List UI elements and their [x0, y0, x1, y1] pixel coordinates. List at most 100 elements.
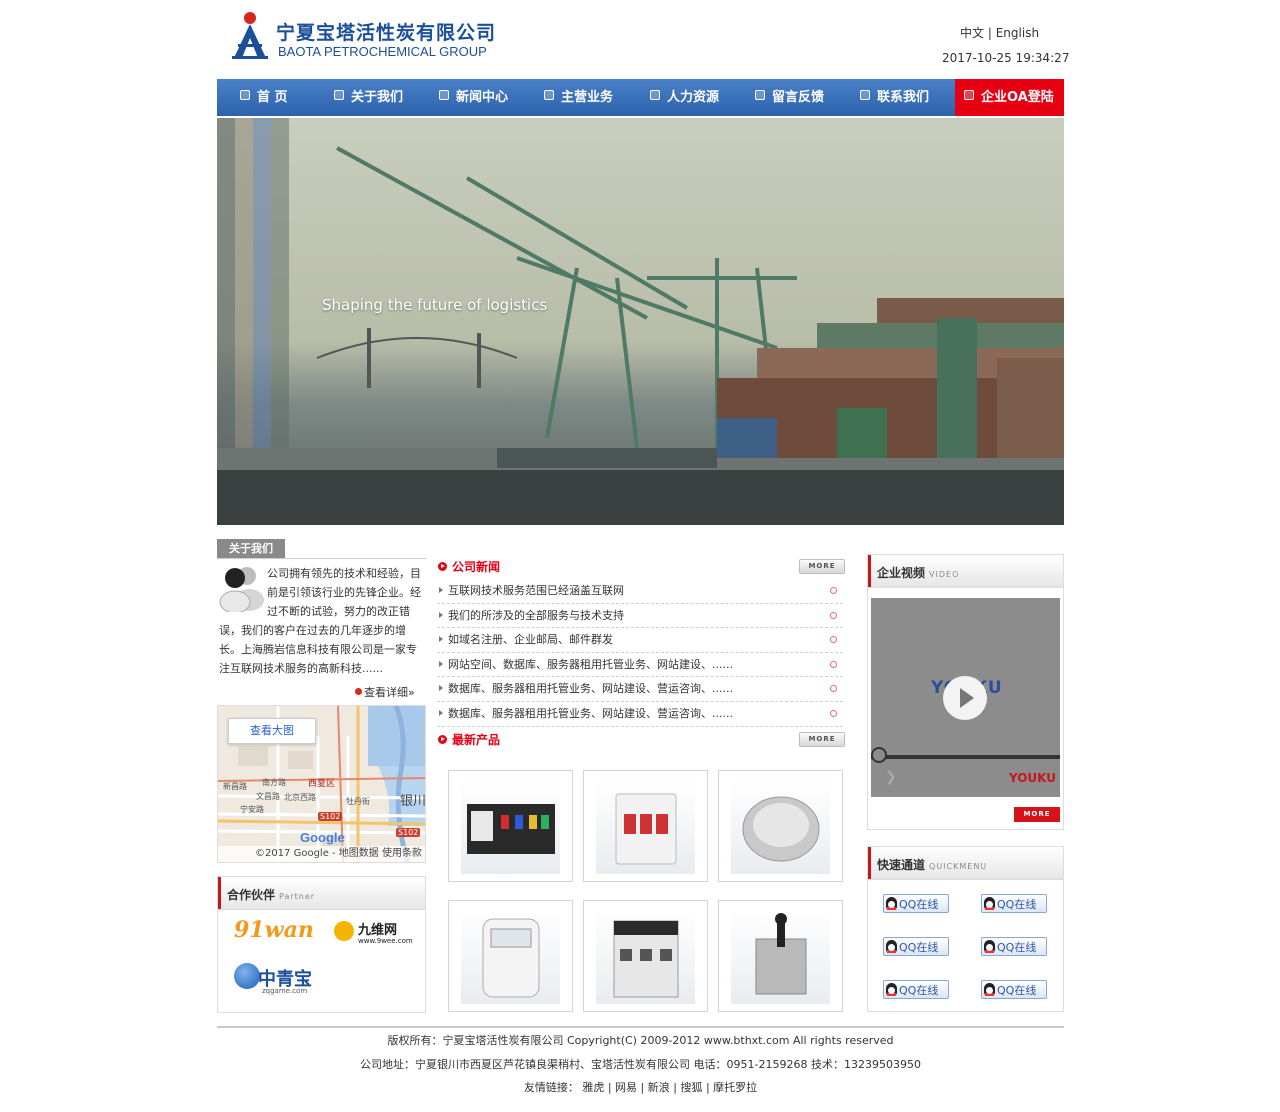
- footer-link[interactable]: 搜狐: [680, 1081, 702, 1094]
- logo-english-name: BAOTA PETROCHEMICAL GROUP: [278, 44, 487, 59]
- product-card[interactable]: [583, 770, 708, 882]
- video-progress-knob[interactable]: [871, 747, 887, 763]
- product-card[interactable]: [718, 770, 843, 882]
- nav-item-about[interactable]: 关于我们: [334, 79, 403, 116]
- nav-item-business[interactable]: 主营业务: [544, 79, 613, 116]
- metal-disc-image: [731, 779, 830, 874]
- partners-title-text: 合作伙伴: [227, 888, 276, 902]
- partner-9wee-name: 九维网: [358, 923, 398, 938]
- nav-item-contact[interactable]: 联系我们: [860, 79, 929, 116]
- nav-bullet-icon: [964, 90, 974, 100]
- product-card[interactable]: [718, 900, 843, 1012]
- news-item-title: 互联网技术服务范围已经涵盖互联网: [448, 584, 624, 597]
- news-item[interactable]: 我们的所涉及的全部服务与技术支持: [437, 604, 843, 629]
- partner-91wan-logo[interactable]: 91wan: [234, 917, 314, 949]
- nav-label: 首 页: [257, 90, 288, 105]
- product-card[interactable]: [448, 900, 573, 1012]
- page: 宁夏宝塔活性炭有限公司 BAOTA PETROCHEMICAL GROUP 中文…: [0, 0, 1280, 1112]
- lang-chinese-link[interactable]: 中文: [960, 26, 984, 40]
- footer-link[interactable]: 摩托罗拉: [713, 1081, 757, 1094]
- location-map[interactable]: 查看大图 南方路 西夏区 文昌路 北京西路 宁安路 新昌路 牡丹街 银川 S10…: [217, 705, 426, 863]
- partner-9wee-logo[interactable]: 九维网 www.9wee.com: [332, 917, 413, 949]
- about-summary: 公司拥有领先的技术和经验，目前是引领该行业的先锋企业。经过不断的试验，努力的改正…: [219, 564, 425, 678]
- news-list: 互联网技术服务范围已经涵盖互联网 我们的所涉及的全部服务与技术支持 如域名注册、…: [437, 579, 843, 727]
- partner-9wee-url: www.9wee.com: [358, 937, 413, 945]
- video-header: 企业视频 VIDEO: [868, 555, 1063, 588]
- contactor-image: [596, 909, 695, 1004]
- footer-address: 公司地址：宁夏银川市西夏区芦花镇良渠稍村、宝塔活性炭有限公司 电话：0951-2…: [360, 1058, 921, 1071]
- video-more-button[interactable]: MORE: [1014, 807, 1060, 822]
- nav-item-hr[interactable]: 人力资源: [650, 79, 719, 116]
- company-news-title-text: 公司新闻: [452, 560, 501, 574]
- port-crane-illustration: [217, 118, 1064, 525]
- video-progress-track[interactable]: [871, 755, 1060, 759]
- main-nav: 首 页 关于我们 新闻中心 主营业务 人力资源 留言反馈 联系我们 企业OA登陆: [217, 79, 1064, 116]
- news-item[interactable]: 数据库、服务器租用托管业务、网站建设、营运咨询、......: [437, 702, 843, 727]
- smiley-icon: [334, 921, 354, 941]
- video-player[interactable]: YOUKU ❯ YOUKU: [871, 598, 1060, 797]
- hero-banner[interactable]: Shaping the future of logistics: [217, 118, 1064, 525]
- news-item-title: 我们的所涉及的全部服务与技术支持: [448, 608, 624, 622]
- footer-link[interactable]: 网易: [615, 1081, 637, 1094]
- view-large-map-button[interactable]: 查看大图: [228, 718, 316, 744]
- circuit-breaker-image: [596, 779, 695, 874]
- qq-label: QQ在线: [899, 984, 939, 997]
- circle-icon: [830, 611, 837, 619]
- about-more-link[interactable]: 查看详细»: [355, 684, 415, 700]
- nav-item-oa-login[interactable]: 企业OA登陆: [955, 79, 1064, 116]
- footer-link[interactable]: 新浪: [648, 1081, 670, 1094]
- nav-bullet-icon: [334, 90, 344, 100]
- nav-label: 主营业务: [561, 90, 614, 105]
- qq-online-button[interactable]: QQ在线: [981, 980, 1047, 999]
- qq-online-button[interactable]: QQ在线: [883, 980, 949, 999]
- nav-label: 人力资源: [667, 90, 720, 105]
- circle-icon: [830, 636, 837, 644]
- qq-online-button[interactable]: QQ在线: [883, 894, 949, 913]
- circle-icon: [830, 709, 837, 717]
- news-item[interactable]: 数据库、服务器租用托管业务、网站建设、营运咨询、......: [437, 677, 843, 702]
- map-label-nanfang: 南方路: [262, 778, 286, 787]
- header-accent-bar: [868, 847, 871, 879]
- company-news-more-button[interactable]: MORE: [799, 559, 845, 574]
- new-products-more-button[interactable]: MORE: [799, 732, 845, 747]
- partner-zqgame-url: zqgame.com: [262, 987, 308, 995]
- news-item[interactable]: 网站空间、数据库、服务器租用托管业务、网站建设、......: [437, 653, 843, 678]
- product-card[interactable]: [448, 770, 573, 882]
- news-item-title: 数据库、服务器租用托管业务、网站建设、营运咨询、......: [448, 706, 733, 720]
- double-chevron-icon: »: [408, 686, 415, 699]
- partners-header: 合作伙伴 Partner: [218, 877, 425, 910]
- youku-logo: YOUKU: [1008, 771, 1056, 785]
- about-avatar-spacer: [219, 564, 267, 614]
- news-item-title: 如域名注册、企业邮局、邮件群发: [448, 633, 613, 647]
- play-icon[interactable]: [943, 676, 987, 720]
- circle-icon: [830, 685, 837, 693]
- news-item[interactable]: 互联网技术服务范围已经涵盖互联网: [437, 579, 843, 604]
- company-logo[interactable]: 宁夏宝塔活性炭有限公司 BAOTA PETROCHEMICAL GROUP: [228, 10, 495, 66]
- lang-english-link[interactable]: English: [996, 26, 1039, 40]
- news-item[interactable]: 如域名注册、企业邮局、邮件群发: [437, 628, 843, 653]
- footer-link[interactable]: 雅虎: [582, 1081, 604, 1094]
- company-news-title: 公司新闻: [438, 558, 500, 575]
- map-copyright[interactable]: ©2017 Google - 地图数据 使用条款: [218, 846, 425, 862]
- qq-online-button[interactable]: QQ在线: [883, 937, 949, 956]
- qq-penguin-icon: [886, 983, 897, 996]
- new-products-title: 最新产品: [438, 731, 500, 748]
- nav-item-home[interactable]: 首 页: [240, 79, 288, 116]
- map-label-beijingxi: 北京西路: [284, 793, 316, 802]
- video-box: 企业视频VIDEO YOUKU ❯ YOUKU MORE: [867, 554, 1064, 830]
- header-accent-bar: [218, 877, 221, 909]
- map-label-ningan: 宁安路: [240, 805, 264, 814]
- nav-item-feedback[interactable]: 留言反馈: [755, 79, 824, 116]
- product-card[interactable]: [583, 900, 708, 1012]
- qq-penguin-icon: [886, 940, 897, 953]
- globe-icon: [234, 963, 260, 989]
- partners-title: 合作伙伴 Partner: [227, 886, 315, 903]
- qq-online-button[interactable]: QQ在线: [981, 937, 1047, 956]
- arrow-right-icon: [439, 636, 443, 643]
- circle-icon: [830, 660, 837, 668]
- nav-item-news[interactable]: 新闻中心: [439, 79, 508, 116]
- about-title-tab[interactable]: 关于我们: [217, 539, 285, 559]
- qq-online-button[interactable]: QQ在线: [981, 894, 1047, 913]
- quick-menu-box: 快速通道 QUICKMENU QQ在线 QQ在线 QQ在线 QQ在线 QQ在线 Q…: [867, 846, 1064, 1012]
- partner-zqgame-logo[interactable]: 中青宝 zqgame.com: [232, 959, 312, 997]
